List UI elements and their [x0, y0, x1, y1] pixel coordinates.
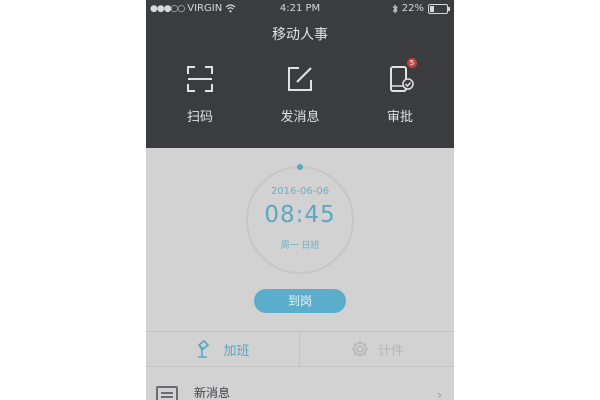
- phone-screen: ●●●○○ VIRGIN 4:21 PM 22% 移动人事 扫码 发消息 5 审…: [146, 0, 454, 400]
- attendance-clock: 2016-06-06 08:45 周一 日班: [246, 164, 354, 274]
- clock-time: 08:45: [264, 202, 336, 228]
- tab-overtime[interactable]: 加班: [146, 332, 300, 366]
- send-message-button[interactable]: 发消息: [260, 64, 340, 125]
- battery-icon: [428, 3, 450, 14]
- new-message-row[interactable]: 新消息 ›: [146, 366, 454, 400]
- chevron-right-icon: ›: [437, 388, 442, 400]
- scan-icon: [185, 64, 215, 94]
- compose-icon: [285, 64, 315, 94]
- gear-icon: [351, 341, 368, 357]
- tab-piecework-label: 计件: [377, 343, 404, 359]
- approval-badge: 5: [407, 58, 417, 68]
- scan-label: 扫码: [186, 110, 213, 125]
- clock-date: 2016-06-06: [270, 186, 330, 197]
- status-bar: ●●●○○ VIRGIN 4:21 PM 22%: [146, 0, 454, 18]
- clock-shift: 周一 日班: [280, 241, 320, 251]
- bottom-tabs: 加班 计件: [146, 331, 454, 367]
- approval-label: 审批: [386, 110, 413, 125]
- bluetooth-icon: [392, 3, 398, 14]
- clock-progress-dot: [297, 164, 303, 170]
- tab-piecework[interactable]: 计件: [300, 332, 454, 366]
- approval-button[interactable]: 5 审批: [360, 58, 440, 125]
- check-in-button[interactable]: 到岗: [254, 289, 346, 313]
- page-title: 移动人事: [272, 27, 328, 43]
- tab-overtime-label: 加班: [223, 343, 250, 359]
- battery-percent: 22%: [401, 3, 424, 14]
- scan-button[interactable]: 扫码: [160, 64, 240, 125]
- new-message-label: 新消息: [194, 386, 231, 400]
- send-message-label: 发消息: [280, 110, 320, 125]
- phone-approve-icon: 5: [385, 58, 417, 94]
- status-right: 22%: [392, 3, 450, 14]
- desk-lamp-icon: [198, 339, 210, 358]
- message-icon: [156, 386, 178, 400]
